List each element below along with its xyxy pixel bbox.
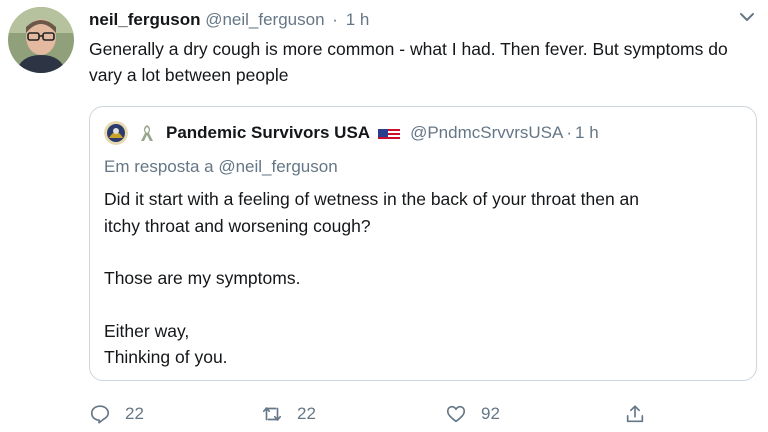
more-options-chevron-icon[interactable] (738, 10, 756, 24)
tweet: neil_ferguson @neil_ferguson · 1 h Gener… (0, 0, 768, 432)
quoted-text-line: Thinking of you. (104, 347, 228, 367)
us-flag-icon (378, 126, 401, 141)
reply-count: 22 (125, 404, 144, 423)
quoted-timestamp[interactable]: 1 h (575, 120, 599, 146)
author-handle[interactable]: @neil_ferguson (205, 10, 324, 29)
header-separator: · (332, 10, 338, 29)
quoted-text-line: itchy throat and worsening cough? (104, 216, 371, 236)
tweet-header: neil_ferguson @neil_ferguson · 1 h (89, 9, 369, 31)
reply-to-label: Em resposta a @neil_ferguson (104, 157, 338, 176)
quoted-display-name[interactable]: Pandemic Survivors USA (166, 120, 370, 146)
reply-icon (90, 405, 110, 424)
quoted-tweet-card[interactable]: Pandemic Survivors USA @PndmcSrvvrsUSA ·… (89, 106, 757, 381)
retweet-button[interactable]: 22 (261, 402, 316, 426)
author-display-name[interactable]: neil_ferguson (89, 10, 200, 29)
heart-icon (446, 405, 466, 423)
share-icon (626, 405, 644, 423)
tweet-timestamp[interactable]: 1 h (346, 10, 370, 29)
author-avatar[interactable] (8, 7, 74, 73)
like-button[interactable]: 92 (445, 402, 500, 426)
quoted-tweet-header: Pandemic Survivors USA @PndmcSrvvrsUSA ·… (104, 120, 599, 146)
like-count: 92 (481, 404, 500, 423)
share-button[interactable] (624, 402, 646, 426)
reply-button[interactable]: 22 (89, 402, 144, 426)
quoted-separator: · (566, 123, 573, 142)
ribbon-emoji-icon (136, 122, 158, 144)
retweet-icon (262, 407, 282, 421)
quoted-text-line: Did it start with a feeling of wetness i… (104, 189, 640, 209)
quoted-handle[interactable]: @PndmcSrvvrsUSA (410, 120, 563, 146)
quoted-text-line: Those are my symptoms. (104, 268, 301, 288)
tweet-text: Generally a dry cough is more common - w… (89, 39, 728, 85)
author-avatar-image (8, 7, 74, 73)
quoted-avatar[interactable] (104, 121, 128, 145)
retweet-count: 22 (297, 404, 316, 423)
quoted-text-line: Either way, (104, 321, 190, 341)
